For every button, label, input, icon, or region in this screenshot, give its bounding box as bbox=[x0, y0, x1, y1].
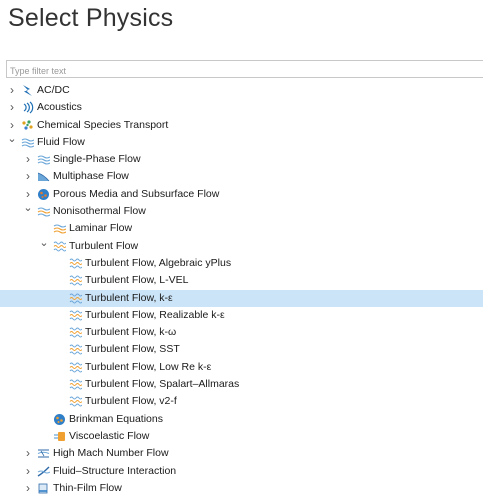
chemical-species-icon bbox=[21, 119, 34, 132]
physics-tree: › AC/DC › Acoustics › Chemical Species Transp… bbox=[0, 82, 483, 497]
tree-item[interactable]: › Thin-Film Flow bbox=[0, 480, 483, 497]
turbulent-flow-icon bbox=[69, 292, 82, 305]
tree-item-label: Fluid–Structure Interaction bbox=[53, 464, 177, 477]
tree-item[interactable]: ⌄ Turbulent Flow bbox=[0, 235, 483, 255]
turbulent-flow-icon bbox=[69, 326, 82, 339]
tree-item[interactable]: › Chemical Species Transport bbox=[0, 117, 483, 134]
turbulent-flow-icon bbox=[69, 395, 82, 408]
tree-item-label: Turbulent Flow, Algebraic yPlus bbox=[85, 256, 232, 269]
tree-item[interactable]: › Porous Media and Subsurface Flow bbox=[0, 186, 483, 203]
tree-item[interactable]: Turbulent Flow, k-ω bbox=[0, 324, 483, 341]
tree-item-label: Turbulent Flow, L-VEL bbox=[85, 274, 189, 287]
tree-item[interactable]: › Fluid–Structure Interaction bbox=[0, 463, 483, 480]
chevron-down-icon[interactable]: ⌄ bbox=[7, 131, 17, 148]
tree-item[interactable]: Turbulent Flow, Algebraic yPlus bbox=[0, 255, 483, 272]
fluid-flow-icon bbox=[21, 136, 34, 149]
filter-input[interactable] bbox=[7, 63, 483, 79]
chevron-right-icon[interactable]: › bbox=[23, 445, 33, 462]
tree-item[interactable]: Turbulent Flow, L-VEL bbox=[0, 272, 483, 289]
tree-item-label: Turbulent Flow, k-ε bbox=[85, 291, 173, 304]
tree-item-label: High Mach Number Flow bbox=[53, 447, 169, 460]
chevron-down-icon[interactable]: ⌄ bbox=[39, 235, 49, 252]
tree-item[interactable]: Turbulent Flow, Realizable k-ε bbox=[0, 307, 483, 324]
turbulent-flow-icon bbox=[69, 343, 82, 356]
tree-item[interactable]: › Acoustics bbox=[0, 99, 483, 116]
tree-item[interactable]: Turbulent Flow, v2-f bbox=[0, 393, 483, 410]
tree-item-label: AC/DC bbox=[37, 84, 70, 96]
tree-item-label: Laminar Flow bbox=[69, 222, 133, 235]
chevron-down-icon[interactable]: ⌄ bbox=[23, 200, 33, 217]
tree-item-label: Porous Media and Subsurface Flow bbox=[53, 187, 220, 200]
tree-item-label: Nonisothermal Flow bbox=[53, 205, 146, 218]
tree-item[interactable]: Laminar Flow bbox=[0, 220, 483, 237]
multiphase-flow-icon bbox=[37, 170, 50, 183]
tree-item-label: Brinkman Equations bbox=[69, 412, 163, 425]
chevron-right-icon[interactable]: › bbox=[23, 480, 33, 497]
porous-media-icon bbox=[37, 188, 50, 201]
tree-item[interactable]: Turbulent Flow, SST bbox=[0, 341, 483, 358]
thin-film-flow-icon bbox=[37, 482, 50, 495]
filter-box[interactable] bbox=[6, 60, 483, 79]
tree-item-label: Turbulent Flow, Low Re k-ε bbox=[85, 360, 212, 373]
viscoelastic-flow-icon bbox=[53, 430, 66, 443]
turbulent-flow-icon bbox=[53, 240, 66, 253]
tree-item-label: Turbulent Flow, Realizable k-ε bbox=[85, 308, 225, 321]
tree-item-label: Fluid Flow bbox=[37, 135, 85, 148]
chevron-right-icon[interactable]: › bbox=[23, 151, 33, 168]
tree-item[interactable]: Turbulent Flow, Spalart–Allmaras bbox=[0, 376, 483, 393]
tree-item-label: Single-Phase Flow bbox=[53, 153, 141, 166]
chevron-right-icon[interactable]: › bbox=[7, 99, 17, 116]
tree-item-label: Viscoelastic Flow bbox=[69, 429, 150, 442]
acoustics-icon bbox=[21, 101, 34, 114]
tree-item-label: Acoustics bbox=[37, 101, 82, 114]
tree-item[interactable]: Turbulent Flow, Low Re k-ε bbox=[0, 359, 483, 376]
turbulent-flow-icon bbox=[69, 274, 82, 287]
tree-item-label: Turbulent Flow, v2-f bbox=[85, 395, 177, 408]
tree-item[interactable]: ⌄ Nonisothermal Flow bbox=[0, 200, 483, 220]
tree-item-label: Turbulent Flow, Spalart–Allmaras bbox=[85, 378, 240, 391]
brinkman-equations-icon bbox=[53, 413, 66, 426]
turbulent-flow-icon bbox=[69, 309, 82, 322]
acdc-icon bbox=[21, 84, 34, 97]
turbulent-flow-icon bbox=[69, 361, 82, 374]
tree-item-label: Multiphase Flow bbox=[53, 170, 129, 183]
tree-item[interactable]: ⌄ Fluid Flow bbox=[0, 131, 483, 151]
chevron-right-icon[interactable]: › bbox=[7, 82, 17, 99]
fluid-structure-icon bbox=[37, 465, 50, 478]
tree-item[interactable]: › AC/DC bbox=[0, 82, 483, 99]
turbulent-flow-icon bbox=[69, 378, 82, 391]
chevron-right-icon[interactable]: › bbox=[23, 168, 33, 185]
tree-item[interactable]: Turbulent Flow, k-ε bbox=[0, 289, 483, 307]
tree-item-label: Thin-Film Flow bbox=[53, 481, 122, 494]
nonisothermal-flow-icon bbox=[37, 205, 50, 218]
tree-item-label: Chemical Species Transport bbox=[37, 118, 169, 131]
tree-item-label: Turbulent Flow bbox=[69, 239, 139, 252]
tree-item-label: Turbulent Flow, k-ω bbox=[85, 326, 177, 339]
tree-item[interactable]: › High Mach Number Flow bbox=[0, 445, 483, 462]
high-mach-flow-icon bbox=[37, 447, 50, 460]
tree-item-label: Turbulent Flow, SST bbox=[85, 343, 180, 356]
laminar-flow-icon bbox=[53, 222, 66, 235]
tree-item[interactable]: › Single-Phase Flow bbox=[0, 151, 483, 168]
page-title: Select Physics bbox=[8, 4, 174, 32]
chevron-right-icon[interactable]: › bbox=[23, 463, 33, 480]
tree-item[interactable]: Viscoelastic Flow bbox=[0, 428, 483, 445]
single-phase-flow-icon bbox=[37, 153, 50, 166]
tree-item[interactable]: Brinkman Equations bbox=[0, 411, 483, 428]
tree-item[interactable]: › Multiphase Flow bbox=[0, 168, 483, 185]
turbulent-flow-icon bbox=[69, 257, 82, 270]
